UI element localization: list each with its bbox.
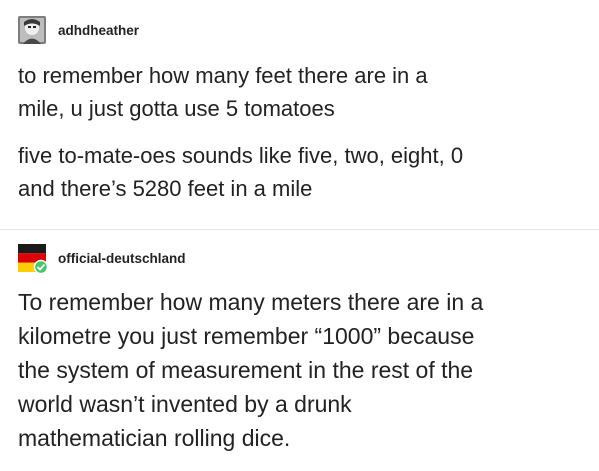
post-text-line: the system of measurement in the rest of…	[18, 357, 474, 383]
post-official-deutschland: official-deutschland To remember how man…	[0, 230, 599, 471]
post-text-line: five to-mate-oes sounds like five, two, …	[18, 143, 464, 168]
post-text-line: world wasn’t invented by a drunk	[18, 391, 352, 417]
post-header: adhdheather	[18, 16, 139, 44]
post-body-paragraph: To remember how many meters there are in…	[18, 285, 588, 455]
post-username[interactable]: official-deutschland	[58, 251, 186, 266]
post-header: official-deutschland	[18, 244, 186, 275]
post-text-line: mathematician rolling dice.	[18, 425, 291, 451]
germany-flag-avatar-icon[interactable]	[18, 244, 49, 275]
post-username[interactable]: adhdheather	[58, 23, 139, 38]
post-text-line: mile, u just gotta use 5 tomatoes	[18, 96, 335, 121]
post-body-paragraph: to remember how many feet there are in a…	[18, 59, 578, 125]
post-text-line: and there’s 5280 feet in a mile	[18, 176, 313, 201]
post-adhdheather: adhdheather to remember how many feet th…	[0, 0, 599, 229]
post-text-line: kilometre you just remember “1000” becau…	[18, 323, 475, 349]
post-text-line: To remember how many meters there are in…	[18, 289, 484, 315]
user-avatar-icon[interactable]	[18, 16, 46, 44]
post-text-line: to remember how many feet there are in a	[18, 63, 428, 88]
post-body-paragraph: five to-mate-oes sounds like five, two, …	[18, 139, 578, 205]
